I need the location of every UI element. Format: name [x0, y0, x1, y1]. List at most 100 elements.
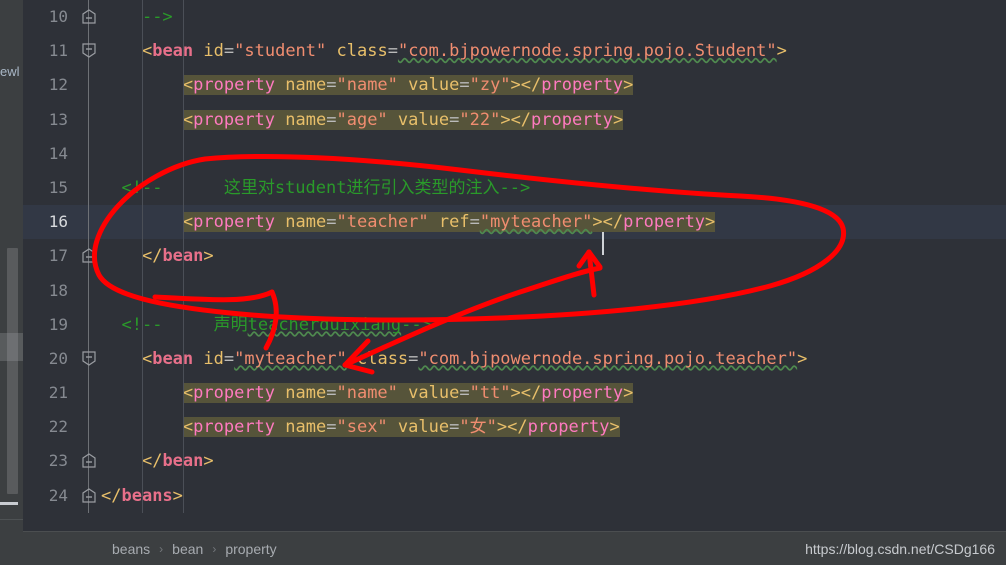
indent-guide	[182, 34, 184, 69]
code-line-row[interactable]: 24 </beans>	[23, 478, 1006, 513]
code-line-text[interactable]: <property name="sex" value="女"></propert…	[101, 410, 620, 444]
indent-guide	[182, 307, 184, 342]
code-line-row[interactable]: 16 <property name="teacher" ref="myteach…	[23, 205, 1006, 256]
line-number: 10	[48, 7, 68, 26]
left-strip-bottom-panel	[0, 519, 23, 565]
code-line-row[interactable]: 23 </bean>	[23, 444, 1006, 479]
code-line-text[interactable]: <property name="age" value="22"></proper…	[101, 103, 624, 137]
fold-gutter[interactable]	[77, 102, 101, 137]
indent-guide	[182, 239, 184, 274]
code-line-row[interactable]: 19 <!-- 声明teacherduixiang-->	[23, 307, 1006, 342]
code-line-text[interactable]: <!-- 声明teacherduixiang-->	[101, 308, 431, 342]
fold-gutter[interactable]	[77, 68, 101, 103]
code-token	[397, 75, 409, 96]
indent-guide	[141, 341, 143, 377]
code-token: "sex"	[336, 417, 388, 438]
line-number: 11	[48, 41, 68, 61]
fold-gutter[interactable]	[77, 136, 101, 171]
fold-expand-icon[interactable]	[82, 453, 96, 469]
code-token: >	[203, 246, 214, 267]
fold-expand-icon[interactable]	[82, 248, 96, 263]
fold-gutter[interactable]	[77, 34, 101, 69]
code-token: -->	[141, 7, 173, 27]
code-token: name	[285, 417, 327, 438]
code-line-row[interactable]: 11 <bean id="student" class="com.bjpower…	[23, 34, 1006, 69]
code-line-text[interactable]: <bean id="myteacher" class="com.bjpowern…	[101, 342, 807, 376]
breadcrumb-item-beans[interactable]: beans	[112, 541, 150, 557]
code-token: <	[182, 417, 194, 438]
code-line-row[interactable]: 21 <property name="name" value="tt"></pr…	[23, 376, 1006, 411]
code-token: "myteacher"	[479, 212, 593, 233]
code-token: >	[510, 383, 521, 404]
code-line-row[interactable]: 18	[23, 273, 1006, 308]
code-token: >	[623, 383, 634, 404]
code-token: "name"	[336, 75, 398, 96]
indent-guide	[182, 170, 184, 206]
fold-expand-icon[interactable]	[82, 9, 96, 24]
code-line-row[interactable]: 10 -->	[23, 0, 1006, 35]
fold-expand-icon[interactable]	[82, 487, 96, 503]
code-line-text[interactable]: </bean>	[101, 239, 214, 273]
code-token: "zy"	[469, 75, 511, 96]
code-line-text[interactable]: <property name="name" value="zy"></prope…	[101, 68, 634, 102]
code-line-text[interactable]: -->	[101, 0, 173, 34]
fold-gutter[interactable]	[77, 410, 101, 445]
fold-gutter[interactable]	[77, 170, 101, 206]
code-line-row[interactable]: 12 <property name="name" value="zy"></pr…	[23, 68, 1006, 103]
fold-connector-line	[88, 102, 89, 137]
code-line-text[interactable]: <!-- 这里对student进行引入类型的注入-->	[101, 171, 530, 205]
code-token: =	[326, 383, 337, 404]
indent-guide	[141, 478, 143, 513]
code-line-row[interactable]: 14	[23, 136, 1006, 171]
indent-guide	[182, 136, 184, 171]
code-token: "com.bjpowernode.spring.pojo.teacher"	[418, 348, 798, 369]
line-number: 16	[48, 212, 68, 232]
code-editor-area[interactable]: 10 --> 11 <bean id="student" class="com.b…	[23, 0, 1006, 531]
fold-gutter[interactable]	[77, 205, 101, 240]
code-line-text[interactable]: <property name="name" value="tt"></prope…	[101, 376, 634, 410]
fold-gutter[interactable]	[77, 0, 101, 35]
fold-gutter[interactable]	[77, 444, 101, 479]
editor-vertical-scrollbar[interactable]	[7, 248, 18, 494]
fold-collapse-icon[interactable]	[82, 351, 96, 366]
fold-gutter[interactable]	[77, 478, 101, 513]
code-line-row[interactable]: 22 <property name="sex" value="女"></prop…	[23, 410, 1006, 445]
code-token: >	[592, 212, 603, 233]
indent-guide	[182, 205, 184, 240]
fold-gutter[interactable]	[77, 376, 101, 411]
code-line-text[interactable]: </bean>	[101, 444, 214, 478]
code-token: =	[459, 75, 470, 96]
indent-guide	[141, 307, 143, 342]
code-token: "teacher"	[336, 212, 429, 233]
code-token: >	[172, 485, 183, 506]
code-token: <	[182, 109, 194, 130]
fold-collapse-icon[interactable]	[82, 43, 96, 58]
fold-gutter[interactable]	[77, 307, 101, 342]
line-number: 23	[48, 451, 68, 471]
code-token: =	[326, 417, 337, 438]
code-line-row[interactable]: 20 <bean id="myteacher" class="com.bjpow…	[23, 341, 1006, 377]
line-number: 14	[48, 143, 68, 163]
breadcrumb-separator-icon: ›	[159, 541, 164, 556]
code-token: =	[326, 212, 337, 233]
indent-guide	[182, 68, 184, 103]
code-token: </	[507, 417, 528, 438]
code-token: <	[182, 212, 194, 233]
breadcrumb-item-bean[interactable]: bean	[172, 541, 203, 557]
breadcrumb-item-property[interactable]: property	[225, 541, 276, 557]
code-line-row[interactable]: 15 <!-- 这里对student进行引入类型的注入-->	[23, 170, 1006, 206]
code-token: ref	[438, 212, 470, 233]
code-line-row[interactable]: 17 </bean>	[23, 239, 1006, 274]
code-line-text[interactable]: <bean id="student" class="com.bjpowernod…	[101, 34, 787, 68]
fold-gutter[interactable]	[77, 273, 101, 308]
fold-gutter[interactable]	[77, 341, 101, 377]
code-token: <	[141, 348, 153, 369]
code-token: property	[531, 109, 613, 130]
code-line-row[interactable]: 13 <property name="age" value="22"></pro…	[23, 102, 1006, 137]
line-number: 18	[48, 280, 68, 300]
fold-gutter[interactable]	[77, 239, 101, 274]
code-line-text[interactable]: <property name="teacher" ref="myteacher"…	[101, 205, 716, 256]
